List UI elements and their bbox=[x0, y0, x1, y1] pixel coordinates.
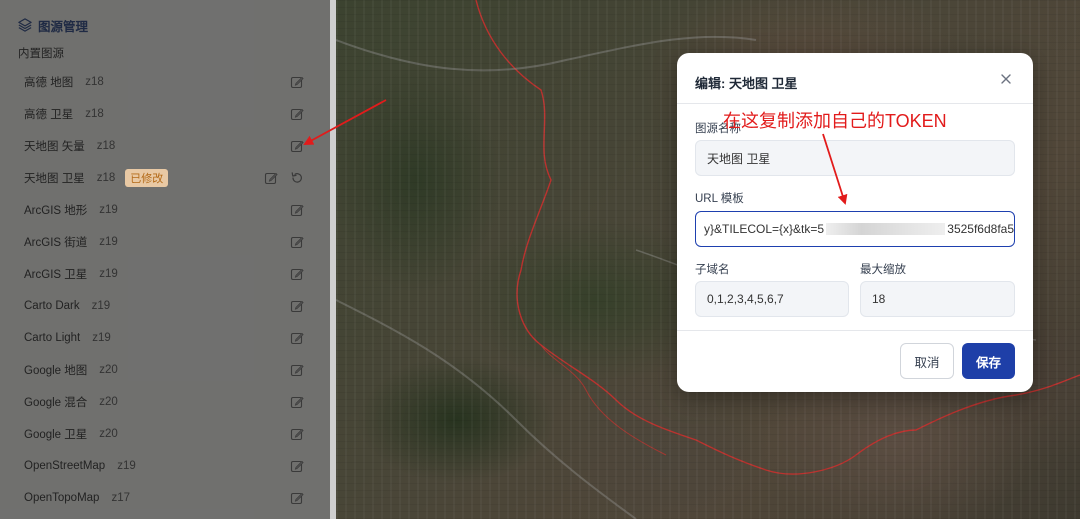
source-name: Carto Dark bbox=[24, 300, 80, 312]
edit-icon[interactable] bbox=[290, 75, 304, 89]
source-zoom: z20 bbox=[99, 396, 118, 408]
url-value-start: y}&TILECOL={x}&tk=5 bbox=[704, 222, 825, 236]
edit-icon[interactable] bbox=[290, 107, 304, 121]
source-zoom: z19 bbox=[91, 300, 111, 312]
panel-title: 图源管理 bbox=[38, 19, 89, 34]
edit-icon[interactable] bbox=[290, 459, 304, 473]
source-list-item[interactable]: ArcGIS 地形 z19 bbox=[16, 194, 314, 226]
edit-icon[interactable] bbox=[290, 299, 304, 313]
source-name: ArcGIS 卫星 bbox=[24, 269, 88, 281]
edit-icon[interactable] bbox=[290, 363, 304, 377]
source-name-value: 天地图 卫星 bbox=[707, 151, 771, 166]
source-zoom: z18 bbox=[96, 172, 116, 184]
subdomain-input[interactable]: 0,1,2,3,4,5,6,7 bbox=[695, 281, 849, 317]
panel-scrollbar[interactable] bbox=[330, 0, 336, 519]
source-name: OpenTopoMap bbox=[24, 492, 100, 504]
subdomain-label: 子域名 bbox=[695, 264, 730, 276]
layers-icon bbox=[18, 18, 32, 32]
source-list-item[interactable]: Google 卫星 z20 bbox=[16, 418, 314, 450]
source-list-item[interactable]: 天地图 矢量 z18 bbox=[16, 130, 314, 162]
source-list-item[interactable]: Google 混合 z20 bbox=[16, 386, 314, 418]
source-zoom: z19 bbox=[99, 268, 118, 280]
source-list-item[interactable]: 天地图 卫星 z18 已修改 bbox=[16, 162, 314, 194]
source-name: Google 地图 bbox=[24, 365, 88, 377]
source-zoom: z19 bbox=[99, 236, 118, 248]
source-name: Google 混合 bbox=[24, 397, 88, 409]
source-name: ArcGIS 街道 bbox=[24, 237, 88, 249]
source-zoom: z19 bbox=[92, 332, 111, 344]
close-icon[interactable] bbox=[999, 72, 1013, 86]
source-name: 高德 卫星 bbox=[24, 109, 74, 121]
source-name: Google 卫星 bbox=[24, 429, 88, 441]
source-manager-panel: 图源管理 内置图源 高德 地图 z18 高德 卫星 z18 天地图 矢量 z18 天地图 卫… bbox=[0, 0, 336, 519]
subdomain-value: 0,1,2,3,4,5,6,7 bbox=[707, 292, 784, 306]
edit-icon[interactable] bbox=[290, 203, 304, 217]
edit-icon[interactable] bbox=[290, 491, 304, 505]
max-zoom-label: 最大缩放 bbox=[860, 264, 906, 276]
source-zoom: z20 bbox=[99, 428, 118, 440]
source-name: ArcGIS 地形 bbox=[24, 205, 88, 217]
source-list-item[interactable]: OpenStreetMap z19 bbox=[16, 450, 314, 482]
edit-icon[interactable] bbox=[290, 395, 304, 409]
save-button[interactable]: 保存 bbox=[962, 343, 1015, 379]
cancel-button[interactable]: 取消 bbox=[900, 343, 954, 379]
source-list-item[interactable]: 高德 地图 z18 bbox=[16, 66, 314, 98]
edit-icon[interactable] bbox=[264, 171, 278, 185]
edit-icon[interactable] bbox=[290, 331, 304, 345]
source-name: 天地图 卫星 bbox=[24, 173, 85, 185]
dialog-title: 编辑: 天地图 卫星 bbox=[695, 76, 798, 91]
edit-icon[interactable] bbox=[290, 139, 304, 153]
edit-icon[interactable] bbox=[290, 427, 304, 441]
reset-icon[interactable] bbox=[290, 171, 304, 185]
source-zoom: z17 bbox=[111, 492, 130, 504]
edit-icon[interactable] bbox=[290, 267, 304, 281]
source-zoom: z19 bbox=[117, 460, 136, 472]
token-annotation-text: 在这复制添加自己的TOKEN bbox=[723, 111, 947, 131]
max-zoom-input[interactable]: 18 bbox=[860, 281, 1015, 317]
header-divider bbox=[677, 103, 1033, 104]
source-list-item[interactable]: 高德 卫星 z18 bbox=[16, 98, 314, 130]
source-zoom: z18 bbox=[96, 140, 116, 152]
url-value-end: 3525f6d8fa5 bbox=[947, 222, 1014, 236]
source-list: 高德 地图 z18 高德 卫星 z18 天地图 矢量 z18 天地图 卫星 z18 已修改 Arc… bbox=[16, 66, 314, 514]
max-zoom-value: 18 bbox=[872, 292, 886, 306]
source-zoom: z19 bbox=[99, 204, 118, 216]
source-zoom: z20 bbox=[99, 364, 118, 376]
source-list-item[interactable]: OpenTopoMap z17 bbox=[16, 482, 314, 514]
redacted-token bbox=[826, 223, 946, 235]
source-name: 天地图 矢量 bbox=[24, 141, 85, 153]
source-name: 高德 地图 bbox=[24, 77, 74, 89]
source-name: Carto Light bbox=[24, 332, 81, 344]
section-label: 内置图源 bbox=[18, 48, 64, 60]
source-zoom: z18 bbox=[85, 108, 104, 120]
modified-badge: 已修改 bbox=[125, 169, 169, 187]
source-list-item[interactable]: ArcGIS 卫星 z19 bbox=[16, 258, 314, 290]
edit-source-dialog: 编辑: 天地图 卫星 图源名称 天地图 卫星 URL 模板 y}&TILECOL… bbox=[677, 53, 1033, 392]
source-list-item[interactable]: Carto Light z19 bbox=[16, 322, 314, 354]
url-template-input[interactable]: y}&TILECOL={x}&tk=5 3525f6d8fa5 bbox=[695, 211, 1015, 247]
panel-header: 图源管理 bbox=[18, 16, 88, 34]
edit-icon[interactable] bbox=[290, 235, 304, 249]
source-list-item[interactable]: Carto Dark z19 bbox=[16, 290, 314, 322]
source-zoom: z18 bbox=[85, 76, 104, 88]
source-name: OpenStreetMap bbox=[24, 460, 106, 472]
footer-divider bbox=[677, 330, 1033, 331]
source-list-item[interactable]: Google 地图 z20 bbox=[16, 354, 314, 386]
source-name-input[interactable]: 天地图 卫星 bbox=[695, 140, 1015, 176]
source-list-item[interactable]: ArcGIS 街道 z19 bbox=[16, 226, 314, 258]
url-template-label: URL 模板 bbox=[695, 193, 744, 205]
